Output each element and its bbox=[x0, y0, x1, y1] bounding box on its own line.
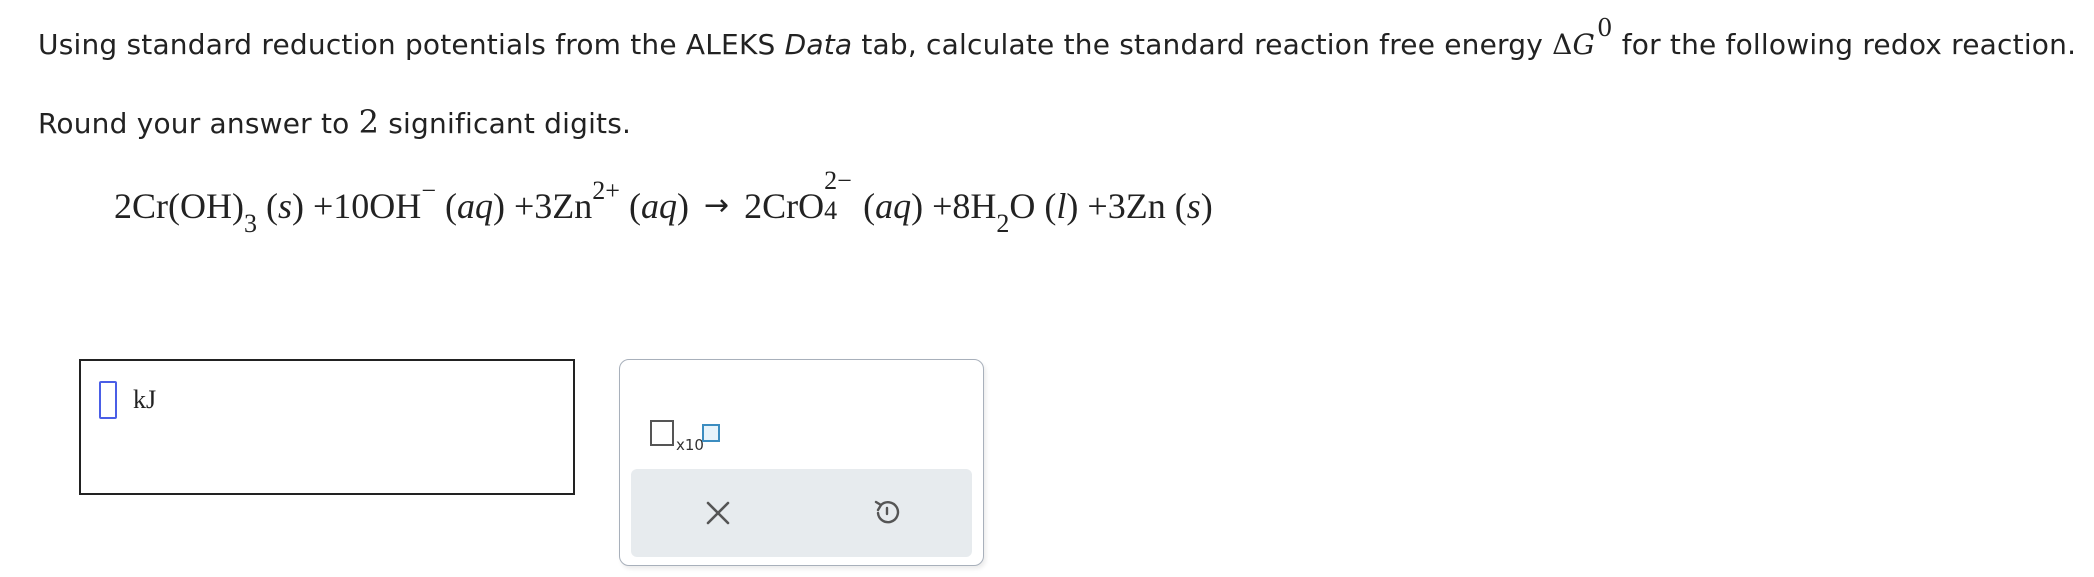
state-label: s bbox=[1186, 186, 1201, 226]
charge: 2− bbox=[824, 166, 852, 195]
subscript: 2 bbox=[996, 209, 1010, 239]
question-line-2: Round your answer to 2 significant digit… bbox=[38, 103, 631, 141]
reaction-arrow: → bbox=[703, 188, 730, 223]
state-label: s bbox=[277, 186, 292, 226]
instruction-text: significant digits. bbox=[379, 107, 632, 140]
product-water-o: O bbox=[1009, 186, 1036, 226]
reactant-zinc-ion: +3Zn bbox=[513, 186, 593, 226]
product-water: +8H bbox=[932, 186, 997, 226]
exponent-box-icon bbox=[702, 424, 720, 442]
product-chromate: 2CrO bbox=[744, 186, 825, 226]
reactant-hydroxide: +10OH bbox=[313, 186, 422, 226]
hydroxide-group: (OH) bbox=[168, 186, 244, 226]
g-superscript: 0 bbox=[1597, 14, 1613, 42]
state-label: aq bbox=[640, 186, 677, 226]
answer-input[interactable] bbox=[99, 381, 117, 419]
g-symbol: G bbox=[1572, 28, 1596, 61]
scientific-notation-button[interactable]: x10 bbox=[650, 392, 730, 454]
question-text: for the following redox reaction. bbox=[1612, 28, 2077, 61]
charge: − bbox=[421, 176, 436, 205]
undo-icon bbox=[874, 500, 900, 524]
times-ten-label: x10 bbox=[676, 436, 704, 454]
clear-button[interactable] bbox=[692, 487, 744, 539]
palette-actions bbox=[631, 469, 972, 557]
subscript: 3 bbox=[243, 209, 257, 239]
state-label: aq bbox=[456, 186, 493, 226]
mantissa-box-icon bbox=[650, 420, 674, 446]
charge-and-subscript: 2− 4 bbox=[824, 166, 854, 225]
instruction-text: Round your answer to bbox=[38, 107, 359, 140]
sig-figs-number: 2 bbox=[358, 103, 380, 141]
data-tab-reference: Data bbox=[784, 28, 853, 61]
charge: 2+ bbox=[592, 176, 620, 205]
undo-button[interactable] bbox=[861, 487, 913, 539]
question-line-1: Using standard reduction potentials from… bbox=[38, 14, 2077, 61]
reactant-coefficient-cr: 2Cr bbox=[114, 186, 168, 226]
answer-unit: kJ bbox=[133, 385, 157, 414]
close-icon bbox=[706, 501, 730, 525]
state-label: l bbox=[1056, 186, 1067, 226]
state-label: aq bbox=[875, 186, 912, 226]
subscript: 4 bbox=[824, 196, 838, 225]
product-zinc: +3Zn bbox=[1087, 186, 1166, 226]
answer-area: kJ bbox=[79, 359, 575, 495]
question-text: Using standard reduction potentials from… bbox=[38, 28, 785, 61]
question-text: tab, calculate the standard reaction fre… bbox=[852, 28, 1553, 61]
redox-equation: 2Cr(OH)3 (s) +10OH− (aq) +3Zn2+ (aq) → 2… bbox=[114, 166, 1213, 239]
math-palette: x10 bbox=[619, 359, 984, 566]
delta-symbol: Δ bbox=[1552, 28, 1573, 61]
